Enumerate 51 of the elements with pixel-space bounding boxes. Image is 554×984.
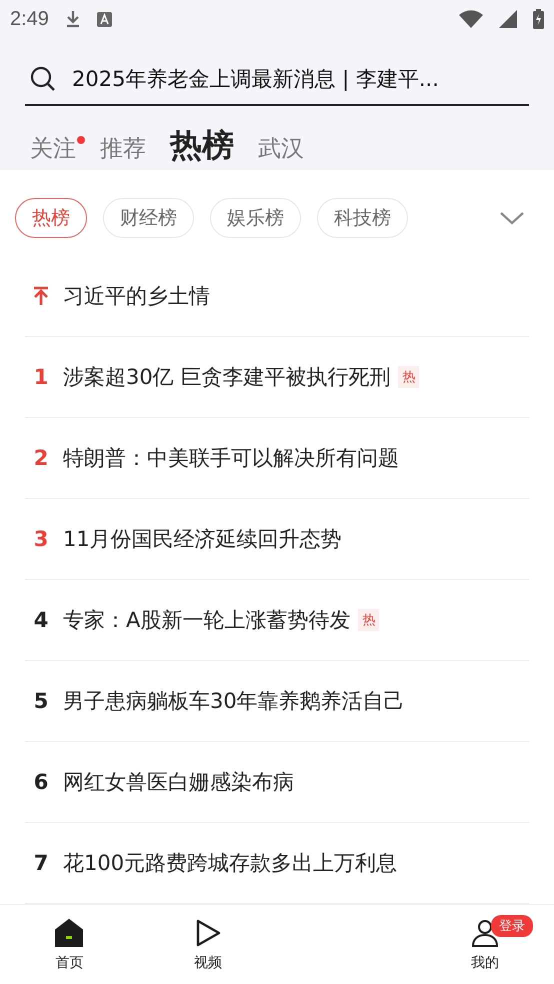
headline-text: 特朗普：中美联手可以解决所有问题: [63, 445, 399, 472]
chevron-down-icon[interactable]: [499, 210, 525, 226]
channel-tab[interactable]: 推荐: [100, 136, 146, 164]
search-text: 2025年养老金上调最新消息 | 李建平...: [72, 66, 439, 93]
channel-tab[interactable]: 热榜: [170, 126, 234, 164]
login-badge: 登录: [490, 915, 533, 937]
hot-list-item[interactable]: 4 专家：A股新一轮上涨蓄势待发 热: [25, 580, 529, 661]
headline-text: 网红女兽医白姗感染布病: [63, 769, 294, 796]
keyboard-icon: [96, 12, 112, 26]
search-icon: [30, 66, 56, 92]
hot-list-item[interactable]: 5 男子患病躺板车30年靠养鹅养活自己: [25, 661, 529, 742]
wifi-icon: [459, 10, 483, 28]
headline-text: 男子患病躺板车30年靠养鹅养活自己: [63, 688, 405, 715]
nav-label: 我的: [470, 954, 499, 972]
nav-label: 视频: [194, 954, 222, 972]
nav-tab[interactable]: 视频: [138, 905, 277, 984]
hot-list-item[interactable]: 1 涉案超30亿 巨贪李建平被执行死刑 热: [25, 337, 529, 418]
rank-number: 4: [33, 608, 49, 632]
nav-tab[interactable]: 首页: [0, 905, 138, 984]
rank-number: 6: [33, 770, 49, 794]
headline-text: 11月份国民经济延续回升态势: [63, 526, 342, 553]
search-field[interactable]: 2025年养老金上调最新消息 | 李建平...: [25, 54, 529, 106]
ranking-chip[interactable]: 娱乐榜: [210, 198, 301, 238]
channel-tab[interactable]: 武汉: [258, 136, 304, 164]
rank-number: 7: [33, 851, 49, 875]
nav-label: 首页: [55, 954, 84, 972]
headline-text: 涉案超30亿 巨贪李建平被执行死刑: [63, 364, 390, 391]
rank-number: 2: [33, 446, 49, 470]
download-icon: [64, 10, 81, 28]
hot-tag: 热: [358, 609, 380, 631]
hot-list-item[interactable]: 2 特朗普：中美联手可以解决所有问题: [25, 418, 529, 499]
pin-top-icon: [33, 286, 49, 306]
rank-number: 3: [33, 527, 49, 551]
signal-icon: [499, 10, 517, 28]
channel-tab[interactable]: 关注: [30, 136, 76, 164]
ranking-chip[interactable]: 科技榜: [317, 198, 408, 238]
hot-tag: 热: [398, 366, 420, 388]
hot-list-item[interactable]: 6 网红女兽医白姗感染布病: [25, 742, 529, 823]
ranking-chip[interactable]: 财经榜: [103, 198, 194, 238]
hot-list-item[interactable]: 7 花100元路费跨城存款多出上万利息: [25, 823, 529, 904]
battery-icon: [533, 9, 544, 29]
rank-number: 1: [33, 365, 49, 389]
status-time: 2:49: [10, 8, 49, 30]
headline-text: 花100元路费跨城存款多出上万利息: [63, 850, 398, 877]
headline-text: 专家：A股新一轮上涨蓄势待发: [63, 607, 350, 634]
hot-list-item[interactable]: 3 11月份国民经济延续回升态势: [25, 499, 529, 580]
ranking-chip[interactable]: 热榜: [15, 198, 87, 238]
rank-number: 5: [33, 689, 49, 713]
nav-tab[interactable]: 我的 登录: [416, 905, 554, 984]
headline-text: 习近平的乡土情: [63, 283, 210, 310]
hot-list-item[interactable]: 习近平的乡土情: [25, 256, 529, 337]
